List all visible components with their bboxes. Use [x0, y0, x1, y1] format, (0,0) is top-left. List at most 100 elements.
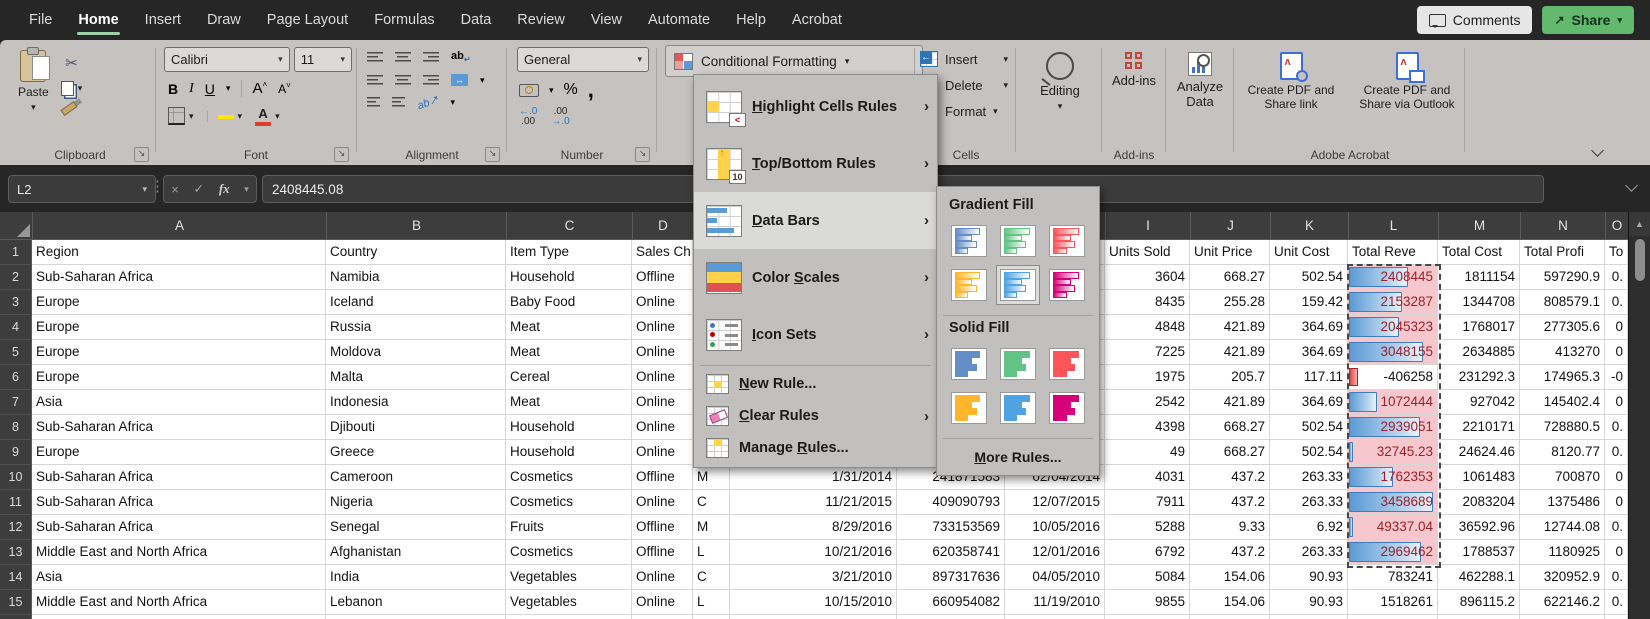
cell-F13[interactable]: 10/21/2016: [730, 540, 897, 565]
gradient-databar-swatch-blue[interactable]: [947, 221, 991, 261]
cell-J15[interactable]: 154.06: [1190, 590, 1270, 615]
cell-H15[interactable]: 11/19/2010: [1005, 590, 1105, 615]
solid-databar-swatch-orange[interactable]: [947, 388, 991, 428]
cell-M15[interactable]: 896115.2: [1438, 590, 1520, 615]
cell-O10[interactable]: 0: [1605, 465, 1628, 490]
cell-L8[interactable]: 2939051: [1348, 415, 1438, 440]
fill-color-button[interactable]: [218, 114, 234, 119]
cell-I12[interactable]: 5288: [1105, 515, 1190, 540]
more-rules-item[interactable]: More Rules...: [937, 441, 1099, 469]
solid-databar-swatch-light-blue[interactable]: [996, 388, 1040, 428]
menu-tab-automate[interactable]: Automate: [635, 0, 723, 40]
cell-A6[interactable]: Europe: [32, 365, 326, 390]
cell-C15[interactable]: Vegetables: [506, 590, 632, 615]
column-header-b[interactable]: B: [327, 212, 507, 240]
cell-D11[interactable]: Online: [632, 490, 693, 515]
scrollbar-thumb[interactable]: [1635, 239, 1645, 281]
cell-L13[interactable]: 2969462: [1348, 540, 1438, 565]
cell-I14[interactable]: 5084: [1105, 565, 1190, 590]
menu-item-new-rule[interactable]: New Rule...: [694, 368, 937, 400]
paste-button[interactable]: Paste ▾: [18, 50, 49, 113]
menu-item-data-bars[interactable]: Data Bars›: [694, 192, 937, 249]
editing-button[interactable]: Editing ▾: [1020, 40, 1100, 112]
cell-E13[interactable]: L: [693, 540, 730, 565]
cell-O15[interactable]: 0.: [1605, 590, 1628, 615]
increase-indent-button[interactable]: [392, 97, 405, 108]
cell-F14[interactable]: 3/21/2010: [730, 565, 897, 590]
cell-M13[interactable]: 1788537: [1438, 540, 1520, 565]
solid-databar-swatch-red[interactable]: [1045, 344, 1089, 384]
cell-A1[interactable]: Region: [32, 240, 326, 265]
cell-B10[interactable]: Cameroon: [326, 465, 506, 490]
cell-O3[interactable]: 0.: [1605, 290, 1628, 315]
menu-tab-home[interactable]: Home: [65, 0, 131, 40]
row-header-15[interactable]: 15: [0, 590, 32, 615]
row-header-11[interactable]: 11: [0, 490, 32, 515]
cell-C4[interactable]: Meat: [506, 315, 632, 340]
cell-A5[interactable]: Europe: [32, 340, 326, 365]
cell-L2[interactable]: 2408445: [1348, 265, 1438, 290]
enter-button[interactable]: ✓: [193, 181, 204, 197]
expand-formula-bar-button[interactable]: [1625, 179, 1638, 192]
cell-K4[interactable]: 364.69: [1270, 315, 1348, 340]
cell-H12[interactable]: 10/05/2016: [1005, 515, 1105, 540]
cell-N4[interactable]: 277305.6: [1520, 315, 1605, 340]
cell-J14[interactable]: 154.06: [1190, 565, 1270, 590]
cell-D1[interactable]: Sales Ch: [632, 240, 693, 265]
cell-B8[interactable]: Djibouti: [326, 415, 506, 440]
cell-F11[interactable]: 11/21/2015: [730, 490, 897, 515]
cell-K9[interactable]: 502.54: [1270, 440, 1348, 465]
cell-K14[interactable]: 90.93: [1270, 565, 1348, 590]
cell-B1[interactable]: Country: [326, 240, 506, 265]
cell-E14[interactable]: C: [693, 565, 730, 590]
align-left-button[interactable]: [367, 75, 383, 86]
cell-I13[interactable]: 6792: [1105, 540, 1190, 565]
cell-I6[interactable]: 1975: [1105, 365, 1190, 390]
cell-N12[interactable]: 12744.08: [1520, 515, 1605, 540]
font-color-button[interactable]: A: [255, 106, 271, 126]
cell-D14[interactable]: Online: [632, 565, 693, 590]
cell-N11[interactable]: 1375486: [1520, 490, 1605, 515]
cell-G12[interactable]: 733153569: [897, 515, 1005, 540]
cell-N10[interactable]: 700870: [1520, 465, 1605, 490]
scroll-up-icon[interactable]: ▲: [1629, 212, 1650, 236]
cell-I11[interactable]: 7911: [1105, 490, 1190, 515]
cell-D7[interactable]: Online: [632, 390, 693, 415]
cell-D10[interactable]: Offline: [632, 465, 693, 490]
cell-N8[interactable]: 728880.5: [1520, 415, 1605, 440]
cancel-button[interactable]: ×: [171, 182, 179, 197]
cell-H14[interactable]: 04/05/2010: [1005, 565, 1105, 590]
increase-font-button[interactable]: A˄: [241, 80, 267, 97]
cell-O4[interactable]: 0: [1605, 315, 1628, 340]
cell-E10[interactable]: M: [693, 465, 730, 490]
cell-I8[interactable]: 4398: [1105, 415, 1190, 440]
align-bottom-button[interactable]: [423, 52, 439, 63]
cell-K13[interactable]: 263.33: [1270, 540, 1348, 565]
comma-style-button[interactable]: ,: [588, 85, 594, 95]
column-header-n[interactable]: N: [1521, 212, 1606, 240]
cell-M7[interactable]: 927042: [1438, 390, 1520, 415]
addins-button[interactable]: Add-ins: [1105, 40, 1163, 88]
accounting-format-button[interactable]: [519, 84, 539, 97]
decrease-indent-button[interactable]: [367, 97, 380, 108]
cell-N14[interactable]: 320952.9: [1520, 565, 1605, 590]
gradient-databar-swatch-green[interactable]: [996, 221, 1040, 261]
cell-I9[interactable]: 49: [1105, 440, 1190, 465]
row-header-14[interactable]: 14: [0, 565, 32, 590]
underline-button[interactable]: U: [205, 81, 215, 97]
column-header-l[interactable]: L: [1349, 212, 1439, 240]
cell-N6[interactable]: 174965.3: [1520, 365, 1605, 390]
cell-A14[interactable]: Asia: [32, 565, 326, 590]
insert-function-button[interactable]: fx: [219, 181, 230, 197]
cell-A11[interactable]: Sub-Saharan Africa: [32, 490, 326, 515]
column-header-a[interactable]: A: [33, 212, 327, 240]
cell-E15[interactable]: L: [693, 590, 730, 615]
cell-N13[interactable]: 1180925: [1520, 540, 1605, 565]
wrap-text-button[interactable]: ab↵: [451, 50, 471, 64]
cell-B9[interactable]: Greece: [326, 440, 506, 465]
insert-cells-button[interactable]: Insert▾: [920, 46, 1012, 72]
menu-tab-acrobat[interactable]: Acrobat: [779, 0, 855, 40]
cell-B6[interactable]: Malta: [326, 365, 506, 390]
cell-J2[interactable]: 668.27: [1190, 265, 1270, 290]
cell-C9[interactable]: Household: [506, 440, 632, 465]
